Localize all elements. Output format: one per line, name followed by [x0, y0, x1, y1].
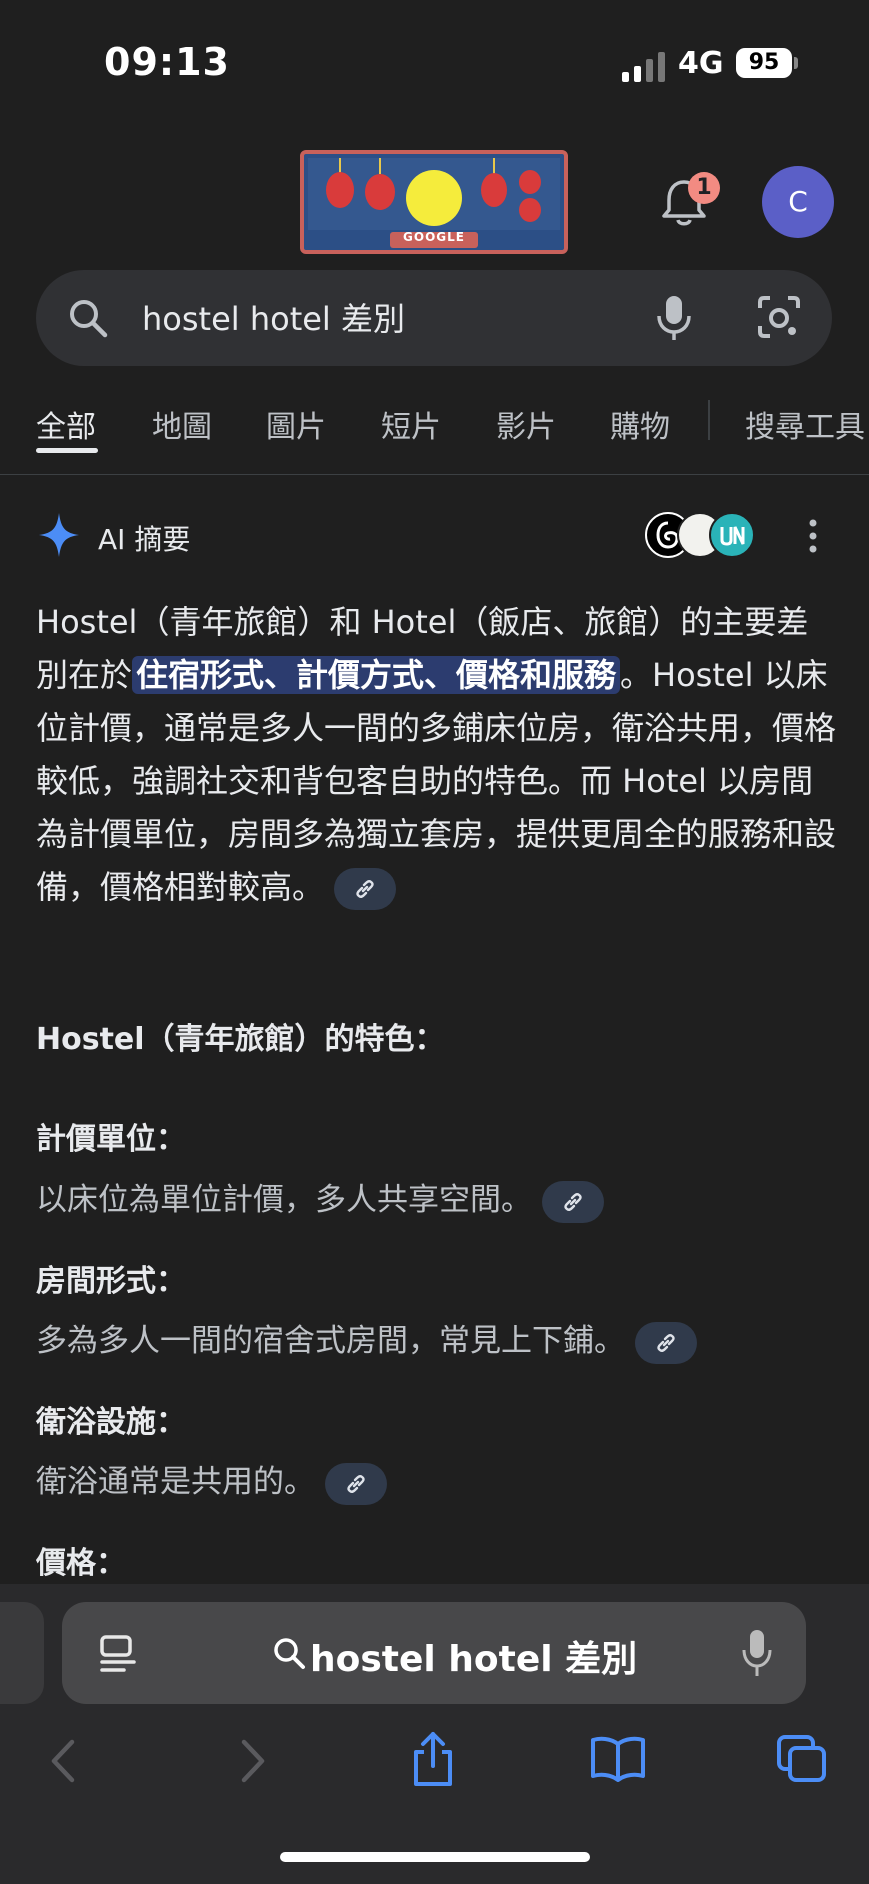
signal-icon [622, 52, 665, 82]
tabs-separator [708, 400, 710, 440]
tab-images[interactable]: 圖片 [266, 402, 326, 446]
status-time: 09:13 [104, 40, 230, 84]
link-icon [347, 1474, 365, 1493]
item-desc-room-type: 多為多人一間的宿舍式房間，常見上下鋪。 [36, 1315, 697, 1364]
tab-maps[interactable]: 地圖 [152, 402, 212, 446]
ai-sparkle-icon [39, 513, 79, 557]
summary-highlight: 住宿形式、計價方式、價格和服務 [132, 656, 621, 694]
bookmarks-book-icon[interactable] [590, 1734, 646, 1782]
item-desc-bathroom: 衛浴通常是共用的。 [36, 1456, 387, 1505]
ai-summary-paragraph: Hostel（青年旅館）和 Hotel（飯店、旅館）的主要差別在於 住宿形式、計價… [36, 596, 836, 914]
link-icon [356, 880, 374, 898]
tabs-overview-icon[interactable] [776, 1734, 828, 1784]
item-title-bathroom: 衛浴設施： [36, 1405, 186, 1440]
more-options-icon[interactable] [806, 518, 820, 554]
previous-tab-stub[interactable] [0, 1602, 44, 1704]
address-search-icon [274, 1638, 305, 1669]
tabs-divider [0, 474, 869, 475]
source-favicons-icon[interactable] [644, 510, 756, 560]
citation-link-chip[interactable] [334, 868, 397, 910]
google-lens-camera-icon[interactable] [756, 294, 802, 340]
notification-badge: 1 [688, 172, 720, 204]
page-menu-icon[interactable] [98, 1634, 138, 1674]
google-doodle[interactable]: GOOGLE [300, 150, 568, 254]
item-desc-text: 多為多人一間的宿舍式房間，常見上下鋪。 [36, 1323, 625, 1359]
link-icon [657, 1333, 675, 1352]
link-icon [564, 1192, 582, 1211]
doodle-label: GOOGLE [403, 230, 465, 244]
voice-search-mic-icon[interactable] [654, 294, 694, 342]
tab-short-videos[interactable]: 短片 [381, 402, 441, 446]
account-avatar[interactable]: C [762, 166, 834, 238]
item-desc-text: 衛浴通常是共用的。 [36, 1464, 315, 1500]
item-title-pricing-unit: 計價單位： [36, 1122, 186, 1157]
ai-overview-title: AI 摘要 [98, 523, 191, 556]
item-title-price: 價格： [36, 1546, 126, 1581]
citation-link-chip[interactable] [634, 1321, 697, 1364]
battery-tip [794, 57, 798, 69]
battery-level: 95 [736, 48, 792, 78]
forward-chevron-icon[interactable] [232, 1736, 272, 1786]
share-icon[interactable] [408, 1730, 458, 1788]
item-desc-pricing-unit: 以床位為單位計價，多人共享空間。 [36, 1174, 604, 1223]
tab-all[interactable]: 全部 [36, 402, 96, 446]
search-input[interactable]: hostel hotel 差別 [142, 294, 405, 340]
back-chevron-icon[interactable] [44, 1736, 84, 1786]
tab-videos[interactable]: 影片 [496, 402, 556, 446]
active-tab-indicator [36, 448, 98, 453]
address-bar-text[interactable]: hostel hotel 差別 [310, 1630, 637, 1682]
tab-shopping[interactable]: 購物 [610, 402, 670, 446]
item-title-room-type: 房間形式： [36, 1264, 186, 1299]
home-indicator[interactable] [280, 1852, 590, 1862]
citation-link-chip[interactable] [541, 1180, 604, 1223]
search-icon [70, 300, 108, 338]
section-title: Hostel（青年旅館）的特色： [36, 1022, 445, 1057]
citation-link-chip[interactable] [324, 1462, 387, 1505]
item-desc-text: 以床位為單位計價，多人共享空間。 [36, 1182, 532, 1218]
tab-search-tools[interactable]: 搜尋工具 [745, 402, 865, 446]
network-label: 4G [678, 46, 724, 81]
dictation-mic-icon[interactable] [740, 1628, 774, 1678]
